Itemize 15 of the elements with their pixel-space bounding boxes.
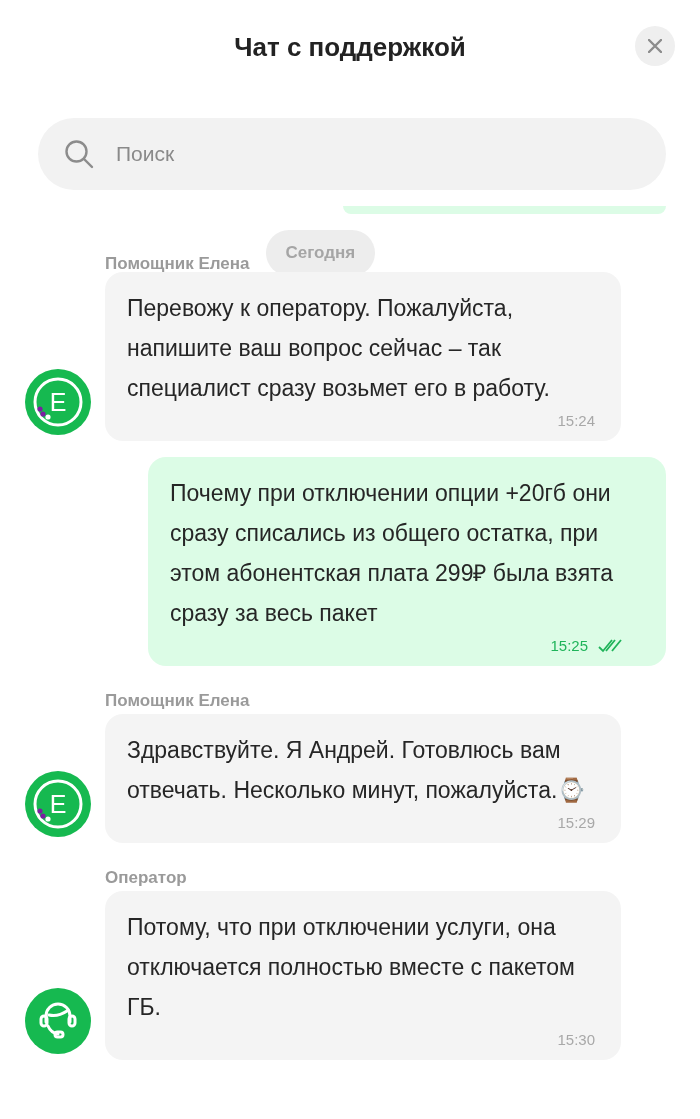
message-time: 15:24 <box>557 412 595 429</box>
assistant-avatar: Е <box>25 369 91 435</box>
message-text: Потому, что при отключении услуги, она отключается полностью вместе с пакетом ГБ. <box>127 913 576 1022</box>
sender-name: Оператор <box>105 868 187 888</box>
message-time: 15:25 <box>550 637 588 654</box>
assistant-avatar: Е <box>25 771 91 837</box>
message-time: 15:29 <box>557 814 595 831</box>
chat-title: Чат с поддержкой <box>234 31 466 63</box>
message-time: 15:30 <box>557 1031 595 1048</box>
message-text: Почему при отключении опции +20гб они сразу списались из общего остатка, при этом абонентская плата 299₽ была взята сразу за весь пакет <box>170 479 615 628</box>
sender-name: Помощник Елена <box>105 691 250 711</box>
message-text: Перевожу к оператору. Пожалуйста, напишите ваш вопрос сейчас – так специалист сразу возьмет его в работу. <box>127 294 551 403</box>
message-text: Здравствуйте. Я Андрей. Готовлюсь вам отвечать. Несколько минут, пожалуйста.⌚ <box>127 736 588 805</box>
sender-name: Помощник Елена <box>105 253 250 274</box>
search-field[interactable]: Поиск <box>38 118 666 190</box>
